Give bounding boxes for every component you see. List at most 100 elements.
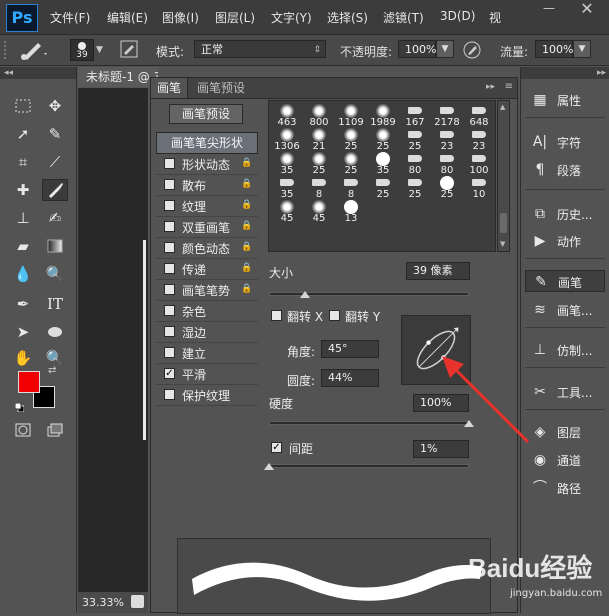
brush-tip-cell[interactable]: 463 [271,103,303,128]
brush-option-row[interactable]: 纹理 🔒 [156,196,258,217]
pen-icon[interactable]: ✒ [10,293,36,315]
screen-mode-icon[interactable] [42,419,68,441]
lock-icon[interactable]: 🔒 [241,179,252,189]
foreground-color-swatch[interactable] [18,371,40,393]
brush-option-row[interactable]: 颜色动态 🔒 [156,238,258,259]
scroll-thumb[interactable] [500,213,507,233]
brush-tip-cell[interactable]: 8 [303,175,335,200]
spacing-slider-thumb[interactable] [264,463,274,470]
flow-input[interactable]: 100% [535,40,573,58]
path-select-icon[interactable]: ➤ [10,321,36,343]
gradient-icon[interactable] [42,235,68,257]
close-button[interactable]: ✕ [568,0,606,20]
menu-view[interactable]: 视 [489,9,501,26]
lock-icon[interactable]: 🔒 [241,158,252,168]
brush-icon[interactable] [42,179,68,201]
swap-colors-icon[interactable]: ⇄ [48,365,56,376]
option-checkbox[interactable]: ✓ [164,368,175,379]
brush-tip-cell[interactable]: 80 [399,151,431,176]
brush-preset-picker[interactable]: 39 [70,39,94,61]
lock-icon[interactable]: 🔒 [241,200,252,210]
option-checkbox[interactable] [164,221,175,232]
brush-option-row[interactable]: ✓ 平滑 [156,364,258,385]
quick-mask-icon[interactable] [10,419,36,441]
menu-file[interactable]: 文件(F) [50,9,90,26]
dock-collapse[interactable]: ▸▸ [521,67,609,79]
panel-properties[interactable]: ▦ 属性 [525,89,605,111]
panel-history[interactable]: ⧉ 历史... [525,203,605,225]
brush-tip-cell[interactable]: 648 [463,103,495,128]
size-input[interactable]: 39 像素 [406,262,470,280]
brush-tip-cell[interactable]: 2178 [431,103,463,128]
panel-paths[interactable]: ⌒ 路径 [525,477,605,499]
brush-tip-grid[interactable]: 463 800 1109 1989 167 2178 648 1306 21 25 25 25 23 23… [268,100,496,252]
brush-tip-cell[interactable]: 35 [271,175,303,200]
menu-type[interactable]: 文字(Y) [271,9,312,26]
default-colors-icon[interactable] [14,401,25,413]
pressure-opacity-icon[interactable] [462,40,482,60]
brush-tip-cell[interactable]: 25 [399,175,431,200]
brush-option-row[interactable]: 形状动态 🔒 [156,154,258,175]
tools-collapse[interactable]: ◂◂ [0,67,76,79]
spacing-checkbox[interactable]: ✓ [271,442,282,453]
brush-tip-cell[interactable]: 167 [399,103,431,128]
panel-brush[interactable]: ✎ 画笔 [525,270,605,292]
flip-y-checkbox[interactable] [329,310,340,321]
brush-grid-scrollbar[interactable]: ▲ ▼ [497,100,510,252]
brush-tip-cell[interactable]: 25 [367,127,399,152]
menu-layer[interactable]: 图层(L) [215,9,255,26]
brush-tip-cell[interactable]: 21 [303,127,335,152]
menu-3d[interactable]: 3D(D) [440,9,475,23]
healing-brush-icon[interactable]: ✚ [10,179,36,201]
marquee-icon[interactable] [10,95,36,117]
panel-actions[interactable]: ▶ 动作 [525,230,605,252]
grip-handle[interactable] [4,41,12,59]
brush-tip-cell[interactable]: 80 [431,151,463,176]
size-slider-thumb[interactable] [300,291,310,298]
brush-tip-shape-item[interactable]: 画笔笔尖形状 [156,132,258,154]
menu-select[interactable]: 选择(S) [327,9,368,26]
type-icon[interactable]: IT [42,293,68,315]
lock-icon[interactable]: 🔒 [241,284,252,294]
hand-icon[interactable]: ✋ [10,347,36,369]
brush-tip-cell[interactable]: 35 [271,151,303,176]
option-checkbox[interactable] [164,347,175,358]
brush-tip-cell[interactable]: 25 [367,175,399,200]
brush-option-row[interactable]: 保护纹理 [156,385,258,406]
tab-brush[interactable]: 画笔 [151,78,189,98]
brush-option-row[interactable]: 画笔笔势 🔒 [156,280,258,301]
panel-menu-icon[interactable]: ≡ [505,81,513,92]
clone-stamp-icon[interactable]: ⊥ [10,207,36,229]
menu-edit[interactable]: 编辑(E) [107,9,148,26]
lock-icon[interactable]: 🔒 [241,242,252,252]
brush-tip-cell[interactable]: 8 [335,175,367,200]
flip-x-checkbox[interactable] [271,310,282,321]
brush-tip-cell[interactable]: 45 [303,199,335,224]
brush-tip-cell[interactable]: 35 [367,151,399,176]
panel-channels[interactable]: ◉ 通道 [525,449,605,471]
brush-tip-cell[interactable]: 45 [271,199,303,224]
option-checkbox[interactable] [164,200,175,211]
chevron-down-icon[interactable]: ▼ [96,45,103,55]
panel-character[interactable]: A| 字符 [525,131,605,153]
brush-tip-cell[interactable]: 25 [431,175,463,200]
brush-tip-cell[interactable]: 10 [463,175,495,200]
option-checkbox[interactable] [164,284,175,295]
status-menu-icon[interactable] [131,595,144,608]
brush-tip-cell[interactable]: 25 [335,151,367,176]
eyedropper-icon[interactable]: ⟋ [42,151,68,173]
option-checkbox[interactable] [164,305,175,316]
brush-tip-cell[interactable]: 23 [463,127,495,152]
brush-option-row[interactable]: 杂色 [156,301,258,322]
option-checkbox[interactable] [164,389,175,400]
brush-tool-icon[interactable] [18,39,48,61]
menu-image[interactable]: 图像(I) [162,9,199,26]
brush-option-row[interactable]: 传递 🔒 [156,259,258,280]
roundness-input[interactable]: 44% [321,369,379,387]
minimize-button[interactable]: — [534,0,564,20]
history-brush-icon[interactable]: ✍ [42,207,68,229]
canvas-area[interactable] [78,88,148,592]
scroll-up-icon[interactable]: ▲ [500,103,505,111]
brush-tip-cell[interactable]: 13 [335,199,367,224]
brush-tip-cell[interactable]: 100 [463,151,495,176]
